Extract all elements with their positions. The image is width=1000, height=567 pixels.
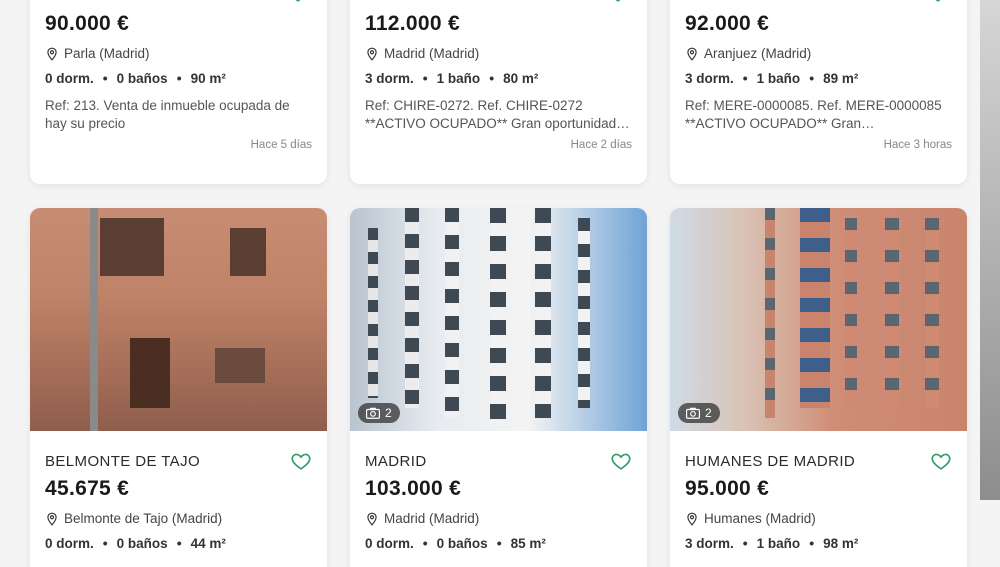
bathrooms: 0 baños	[116, 535, 168, 551]
location-text: Aranjuez (Madrid)	[704, 46, 812, 61]
bathrooms: 1 baño	[756, 70, 801, 86]
listing-town: MADRID	[365, 452, 427, 470]
area: 90 m²	[190, 70, 226, 86]
listing-location: Humanes (Madrid)	[685, 511, 952, 526]
bedrooms: 0 dorm.	[45, 535, 94, 551]
photo-count: 2	[385, 406, 392, 420]
listing-photo[interactable]	[30, 208, 327, 431]
bathrooms: 0 baños	[116, 70, 168, 86]
adjacent-card-edge	[980, 0, 1000, 500]
windows-column	[925, 218, 939, 408]
photo-count-badge: 2	[678, 403, 720, 423]
bedrooms: 0 dorm.	[365, 535, 414, 551]
heart-outline-icon[interactable]	[290, 450, 312, 472]
balcony-window	[100, 218, 164, 276]
area: 89 m²	[823, 70, 859, 86]
listing-location: Belmonte de Tajo (Madrid)	[45, 511, 312, 526]
area: 44 m²	[190, 535, 226, 551]
listing-features: 3 dorm. • 1 baño • 89 m²	[685, 70, 859, 86]
location-text: Parla (Madrid)	[64, 46, 150, 61]
area: 98 m²	[823, 535, 859, 551]
camera-icon	[686, 407, 700, 419]
area: 80 m²	[503, 70, 539, 86]
listing-date: Hace 2 días	[570, 139, 632, 151]
bedrooms: 0 dorm.	[45, 70, 94, 86]
listing-price: 103.000 €	[365, 477, 462, 500]
listing-price: 95.000 €	[685, 477, 770, 500]
listing-card[interactable]: 112.000 € Madrid (Madrid) 3 dorm. • 1 bañ…	[350, 0, 647, 184]
map-pin-icon	[687, 47, 697, 61]
listing-features: 0 dorm. • 0 baños • 85 m²	[365, 535, 546, 551]
windows-column	[405, 208, 419, 408]
door	[130, 338, 170, 408]
location-text: Madrid (Madrid)	[384, 46, 480, 61]
listing-features: 3 dorm. • 1 baño • 98 m²	[685, 535, 859, 551]
listing-location: Madrid (Madrid)	[365, 511, 632, 526]
bedrooms: 3 dorm.	[685, 535, 734, 551]
listing-description: Ref: MERE-0000085. Ref. MERE-0000085 **A…	[685, 98, 942, 131]
bedrooms: 3 dorm.	[365, 70, 414, 86]
listing-date: Hace 5 días	[250, 139, 312, 151]
map-pin-icon	[367, 512, 377, 526]
listing-date: Hace 3 horas	[883, 139, 952, 151]
bedrooms: 3 dorm.	[685, 70, 734, 86]
listing-card[interactable]: 2 MADRID 103.000 € Madrid (Madrid) 0 dor…	[350, 208, 647, 567]
windows-column	[845, 218, 857, 408]
photo-count-badge: 2	[358, 403, 400, 423]
listing-description: Ref: 213. Venta de inmueble ocupada de h…	[45, 98, 290, 131]
window	[215, 348, 265, 383]
listing-features: 0 dorm. • 0 baños • 90 m²	[45, 70, 226, 86]
map-pin-icon	[367, 47, 377, 61]
windows-column	[368, 228, 378, 398]
location-text: Madrid (Madrid)	[384, 511, 480, 526]
listing-description: Ref: CHIRE-0272. Ref. CHIRE-0272 **ACTIV…	[365, 98, 630, 131]
location-text: Humanes (Madrid)	[704, 511, 816, 526]
listing-town: HUMANES DE MADRID	[685, 452, 856, 470]
listing-features: 3 dorm. • 1 baño • 80 m²	[365, 70, 539, 86]
pole	[90, 208, 98, 431]
listing-price: 112.000 €	[365, 12, 460, 35]
bathrooms: 1 baño	[756, 535, 801, 551]
listing-location: Aranjuez (Madrid)	[685, 46, 952, 61]
windows-column	[490, 208, 506, 423]
listing-card[interactable]: 90.000 € Parla (Madrid) 0 dorm. • 0 baños…	[30, 0, 327, 184]
listing-price: 45.675 €	[45, 477, 130, 500]
listing-price: 92.000 €	[685, 12, 770, 35]
listing-photo[interactable]: 2	[350, 208, 647, 431]
bathrooms: 0 baños	[436, 535, 488, 551]
listing-price: 90.000 €	[45, 12, 130, 35]
window	[230, 228, 266, 276]
balconies-column	[800, 208, 830, 408]
area: 85 m²	[510, 535, 546, 551]
listing-location: Parla (Madrid)	[45, 46, 312, 61]
photo-count: 2	[705, 406, 712, 420]
map-pin-icon	[687, 512, 697, 526]
listing-location: Madrid (Madrid)	[365, 46, 632, 61]
location-text: Belmonte de Tajo (Madrid)	[64, 511, 223, 526]
listing-card[interactable]: 2 HUMANES DE MADRID 95.000 € Humanes (Ma…	[670, 208, 967, 567]
windows-column	[885, 218, 899, 408]
windows-column	[445, 208, 459, 418]
heart-outline-icon[interactable]	[927, 0, 949, 4]
listing-features: 0 dorm. • 0 baños • 44 m²	[45, 535, 226, 551]
listing-card[interactable]: BELMONTE DE TAJO 45.675 € Belmonte de Ta…	[30, 208, 327, 567]
listing-photo[interactable]: 2	[670, 208, 967, 431]
map-pin-icon	[47, 47, 57, 61]
windows-column	[535, 208, 551, 418]
bathrooms: 1 baño	[436, 70, 481, 86]
heart-outline-icon[interactable]	[607, 0, 629, 4]
windows-column	[578, 218, 590, 408]
heart-outline-icon[interactable]	[930, 450, 952, 472]
heart-outline-icon[interactable]	[610, 450, 632, 472]
listing-town: BELMONTE DE TAJO	[45, 452, 201, 470]
listing-card[interactable]: 92.000 € Aranjuez (Madrid) 3 dorm. • 1 ba…	[670, 0, 967, 184]
windows-column	[765, 208, 775, 418]
heart-outline-icon[interactable]	[287, 0, 309, 4]
map-pin-icon	[47, 512, 57, 526]
camera-icon	[366, 407, 380, 419]
